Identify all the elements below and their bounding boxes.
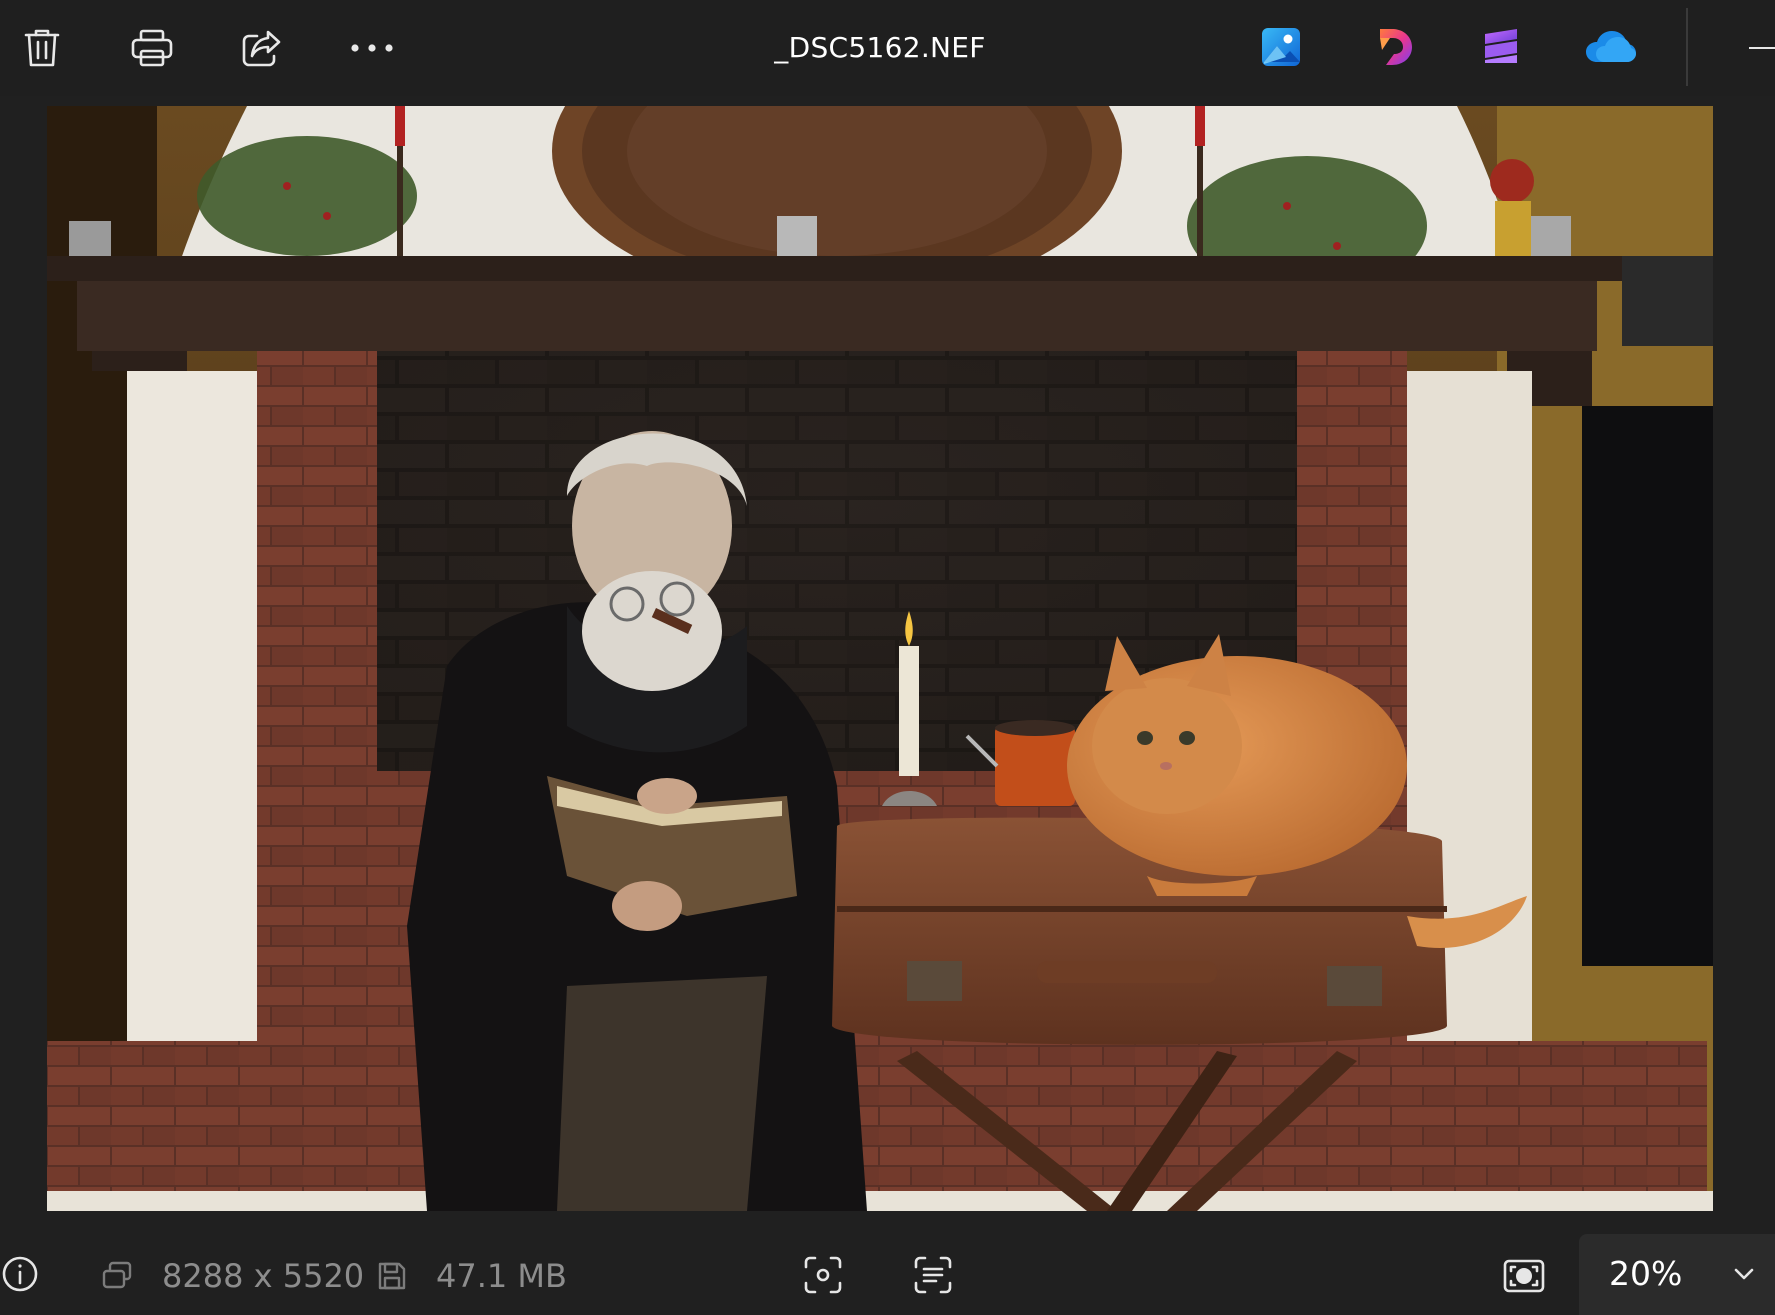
file-title: _DSC5162.NEF — [774, 31, 986, 64]
more-options-button[interactable] — [342, 18, 402, 78]
file-size: 47.1 MB — [436, 1257, 567, 1295]
delete-button[interactable] — [12, 18, 72, 78]
toolbar-divider — [1686, 8, 1688, 86]
share-button[interactable] — [232, 18, 292, 78]
printer-icon — [130, 28, 174, 68]
fit-to-window-button[interactable] — [1500, 1254, 1548, 1302]
text-scan-button[interactable] — [910, 1254, 956, 1300]
zoom-level[interactable]: 20% — [1609, 1254, 1682, 1294]
designer-app-icon — [1372, 26, 1414, 72]
share-icon — [241, 28, 283, 68]
image-canvas[interactable] — [0, 96, 1775, 1214]
chevron-down-icon — [1733, 1266, 1755, 1285]
text-scan-icon — [913, 1255, 953, 1299]
fit-to-window-icon — [1503, 1259, 1545, 1297]
clipchamp-app-icon — [1480, 26, 1522, 72]
open-onedrive-button[interactable] — [1584, 22, 1638, 76]
info-icon — [1, 1255, 39, 1297]
visual-search-button[interactable] — [800, 1254, 846, 1300]
onedrive-icon — [1585, 30, 1637, 68]
photo-image[interactable] — [47, 106, 1713, 1211]
visual-search-icon — [803, 1255, 843, 1299]
top-toolbar: _DSC5162.NEF — [0, 0, 1775, 96]
save-disk-icon — [377, 1261, 407, 1295]
open-designer-button[interactable] — [1366, 22, 1420, 76]
print-button[interactable] — [122, 18, 182, 78]
minimize-icon — [1749, 47, 1775, 49]
image-resolution: 8288 x 5520 — [162, 1257, 365, 1295]
photos-app-icon — [1260, 26, 1302, 72]
zoom-dropdown-button[interactable] — [1729, 1260, 1759, 1290]
minimize-button[interactable] — [1735, 30, 1775, 66]
resolution-indicator — [100, 1260, 136, 1296]
open-photos-editor-button[interactable] — [1254, 22, 1308, 76]
file-info-button[interactable] — [0, 1256, 40, 1296]
trash-icon — [23, 27, 61, 69]
filesize-indicator — [374, 1260, 410, 1296]
status-bar: 8288 x 5520 47.1 MB 20% — [0, 1214, 1775, 1315]
open-clipchamp-button[interactable] — [1474, 22, 1528, 76]
zoom-selector[interactable]: 20% — [1579, 1234, 1775, 1315]
more-horizontal-icon — [350, 43, 394, 53]
photos-viewer-window: _DSC5162.NEF 8288 x 5520 47.1 MB 20% — [0, 0, 1775, 1315]
resolution-icon — [102, 1261, 134, 1295]
